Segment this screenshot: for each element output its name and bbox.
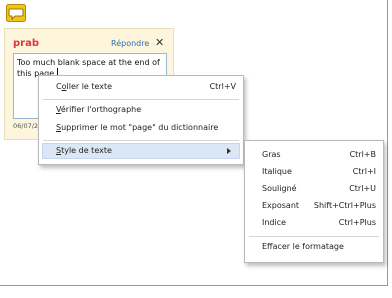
submenu-item-shortcut: Ctrl+Plus (338, 218, 376, 227)
menu-item-text-style[interactable]: Style de texte (56, 144, 216, 158)
submenu-item-label: Exposant (262, 201, 300, 210)
submenu-item-clear-formatting[interactable]: Effacer le formatage (262, 240, 376, 254)
menu-item-label: ller le texte (66, 82, 113, 91)
submenu-item-subscript[interactable]: Indice Ctrl+Plus (262, 216, 376, 230)
menu-item-label: upprimer le mot "page" du dictionnaire (61, 123, 219, 132)
menu-item-remove-word[interactable]: Supprimer le mot "page" du dictionnaire (56, 121, 236, 135)
submenu-item-shortcut: Ctrl+B (349, 150, 376, 159)
comment-bubble-icon[interactable] (6, 4, 26, 22)
menu-item-shortcut: Ctrl+V (209, 82, 236, 91)
submenu-item-label: Italique (262, 167, 292, 176)
submenu-item-bold[interactable]: Gras Ctrl+B (262, 148, 376, 162)
menu-separator (249, 236, 379, 237)
submenu-item-label: Souligné (262, 184, 297, 193)
submenu-item-shortcut: Ctrl+U (349, 184, 376, 193)
menu-item-check-spelling[interactable]: Vérifier l'orthographe (56, 103, 236, 117)
menu-item-label: érifier l'orthographe (60, 105, 142, 114)
submenu-item-shortcut: Ctrl+I (352, 167, 376, 176)
submenu-item-shortcut: Shift+Ctrl+Plus (313, 201, 376, 210)
submenu-arrow-icon (227, 148, 231, 154)
text-style-submenu: Gras Ctrl+B Italique Ctrl+I Souligné Ctr… (244, 140, 384, 263)
submenu-item-label: Indice (262, 218, 287, 227)
submenu-item-superscript[interactable]: Exposant Shift+Ctrl+Plus (262, 199, 376, 213)
menu-separator (43, 140, 239, 141)
menu-separator (43, 99, 239, 100)
submenu-item-underline[interactable]: Souligné Ctrl+U (262, 182, 376, 196)
context-menu: Coller le texte Ctrl+V Vérifier l'orthog… (38, 75, 244, 165)
submenu-item-italic[interactable]: Italique Ctrl+I (262, 165, 376, 179)
reply-link[interactable]: Répondre (111, 39, 149, 48)
menu-item-paste[interactable]: Coller le texte Ctrl+V (56, 80, 236, 94)
menu-item-label: tyle de texte (61, 146, 112, 155)
comment-author: prab (13, 38, 39, 49)
submenu-item-label: Gras (262, 150, 281, 159)
close-icon[interactable]: ✕ (155, 36, 164, 49)
submenu-item-label: Effacer le formatage (262, 242, 344, 251)
document-canvas: prab Répondre ✕ Too much blank space at … (0, 0, 388, 286)
